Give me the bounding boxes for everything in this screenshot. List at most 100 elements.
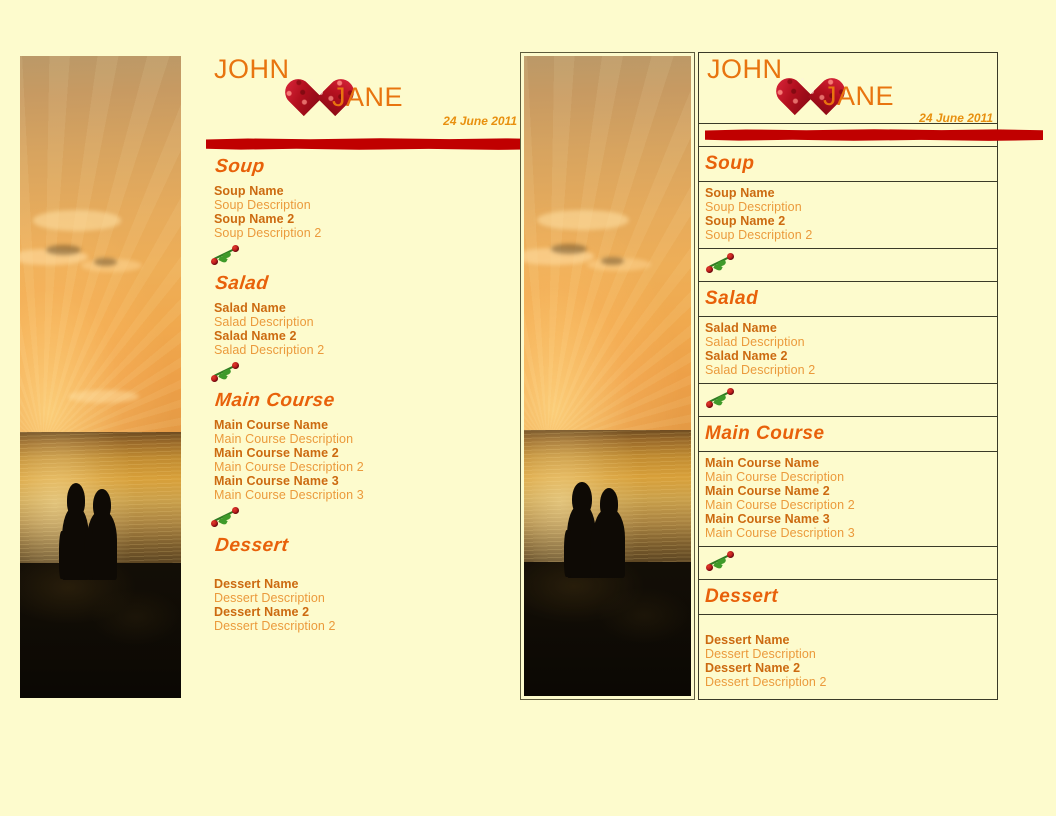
silhouette-shoulder-right [83, 528, 94, 579]
bride-name: JANE [332, 82, 404, 112]
dish-list-cell: Soup Name Soup Description Soup Name 2 S… [698, 181, 998, 249]
dish-name: Main Course Name 2 [214, 446, 339, 460]
dish-name: Soup Name [214, 184, 284, 198]
table-row-rule [698, 123, 1043, 147]
photo-sky [524, 56, 691, 431]
dish-name: Salad Name [214, 301, 286, 315]
photo-cell [520, 52, 695, 700]
table-row-header: JOHN JANE 24 June 2011 [698, 52, 998, 125]
roses-on-stem-icon [192, 244, 520, 271]
table-row-dishes: Salad Name Salad Description Salad Name … [698, 316, 998, 384]
dish-description: Salad Description [214, 315, 314, 329]
menu-section-soup: Soup Soup Name Soup Description Soup Nam… [192, 156, 520, 240]
dish-description: Dessert Description 2 [214, 619, 336, 633]
dish-description: Soup Description 2 [214, 226, 322, 240]
dish-description: Dessert Description [705, 647, 816, 661]
section-title-cell: Main Course [698, 416, 998, 452]
rose-divider-cell [698, 546, 998, 580]
table-row-dishes: Dessert Name Dessert Description Dessert… [698, 614, 998, 700]
dish-description: Salad Description 2 [705, 363, 816, 377]
dish-description: Main Course Description 2 [214, 460, 364, 474]
dish-name: Main Course Name 3 [214, 474, 339, 488]
dish-name: Main Course Name [705, 456, 820, 470]
section-title: Main Course [705, 423, 825, 444]
cloud-icon [45, 244, 82, 255]
dish-description: Soup Description [705, 200, 802, 214]
cloud-icon [537, 209, 630, 231]
roses-on-stem-icon [192, 506, 520, 533]
dish-list-cell: Main Course Name Main Course Description… [698, 451, 998, 547]
silhouette-shoulder-right [589, 527, 600, 577]
silhouette-arm-left [58, 531, 66, 579]
dish-name: Dessert Name [705, 633, 790, 647]
menu-preview-borderless: JOHN JANE 24 June 2011 Soup Soup Name So… [20, 56, 554, 698]
dish-name: Soup Name 2 [705, 214, 786, 228]
table-row-section-title: Dessert [698, 579, 998, 615]
section-title: Soup [214, 156, 266, 177]
dish-name: Salad Name [705, 321, 777, 335]
dish-description: Salad Description [705, 335, 805, 349]
roses-on-stem-icon [705, 252, 739, 274]
bride-name: JANE [823, 81, 895, 111]
dish-name: Soup Name [705, 186, 775, 200]
dish-description: Main Course Description 2 [705, 498, 855, 512]
section-title-cell: Soup [698, 146, 998, 182]
roses-on-stem-icon [705, 550, 739, 572]
dish-description: Dessert Description 2 [705, 675, 827, 689]
section-title: Dessert [214, 535, 290, 556]
red-brush-rule [206, 138, 554, 150]
rose-divider-cell [698, 383, 998, 417]
section-title: Dessert [705, 586, 779, 607]
groom-name: JOHN [707, 54, 783, 84]
dish-name: Soup Name 2 [214, 212, 295, 226]
menu-header-cell: JOHN JANE 24 June 2011 [698, 52, 998, 125]
roses-on-stem-icon [192, 361, 520, 388]
event-date: 24 June 2011 [443, 114, 517, 128]
groom-name: JOHN [214, 54, 290, 84]
menu-header: JOHN JANE 24 June 2011 [192, 56, 520, 134]
dish-description: Salad Description 2 [214, 343, 325, 357]
red-rule-cell [698, 123, 1043, 147]
menu-preview-bordered: JOHN JANE 24 June 2011 Soup Soup Name So… [520, 52, 1043, 702]
dish-name: Main Course Name 2 [705, 484, 830, 498]
dish-list-cell: Salad Name Salad Description Salad Name … [698, 316, 998, 384]
cloud-icon [32, 210, 122, 231]
photo-beach [524, 561, 691, 696]
dish-description: Main Course Description [705, 470, 845, 484]
beach-sunset-photo [20, 56, 181, 698]
roses-on-stem-icon [705, 387, 739, 409]
cloud-icon [68, 389, 140, 403]
table-row-divider [698, 546, 998, 580]
dish-description: Soup Description 2 [705, 228, 813, 242]
dish-description: Main Course Description 3 [214, 488, 364, 502]
section-title: Main Course [214, 390, 336, 411]
table-row-dishes: Main Course Name Main Course Description… [698, 451, 998, 547]
beach-sunset-photo [524, 56, 691, 696]
menu-sections-list: Soup Soup Name Soup Description Soup Nam… [192, 156, 520, 633]
dish-description: Main Course Description [214, 432, 354, 446]
section-title: Soup [705, 153, 755, 174]
dish-name: Dessert Name 2 [705, 661, 801, 675]
photo-sky [20, 56, 181, 432]
dish-name: Dessert Name 2 [214, 605, 310, 619]
dish-name: Main Course Name 3 [705, 512, 830, 526]
table-row-section-title: Salad [698, 281, 998, 317]
section-title: Salad [705, 288, 759, 309]
menu-section-main-course: Main Course Main Course Name Main Course… [192, 390, 520, 502]
menu-section-dessert: Dessert Dessert Name Dessert Description… [192, 535, 520, 633]
table-row-divider [698, 383, 998, 417]
dish-description: Soup Description [214, 198, 311, 212]
section-title-cell: Dessert [698, 579, 998, 615]
table-row-section-title: Main Course [698, 416, 998, 452]
rose-divider-cell [698, 248, 998, 282]
menu-content-borderless: JOHN JANE 24 June 2011 Soup Soup Name So… [192, 56, 554, 633]
dish-description: Main Course Description 3 [705, 526, 855, 540]
menu-table: JOHN JANE 24 June 2011 Soup Soup Name So… [698, 52, 1043, 700]
menu-section-salad: Salad Salad Name Salad Description Salad… [192, 273, 520, 357]
dish-list-cell: Dessert Name Dessert Description Dessert… [698, 614, 998, 700]
dish-name: Dessert Name [214, 577, 299, 591]
table-row-dishes: Soup Name Soup Description Soup Name 2 S… [698, 181, 998, 249]
dish-name: Salad Name 2 [705, 349, 788, 363]
table-row-section-title: Soup [698, 146, 998, 182]
dish-description: Dessert Description [214, 591, 325, 605]
